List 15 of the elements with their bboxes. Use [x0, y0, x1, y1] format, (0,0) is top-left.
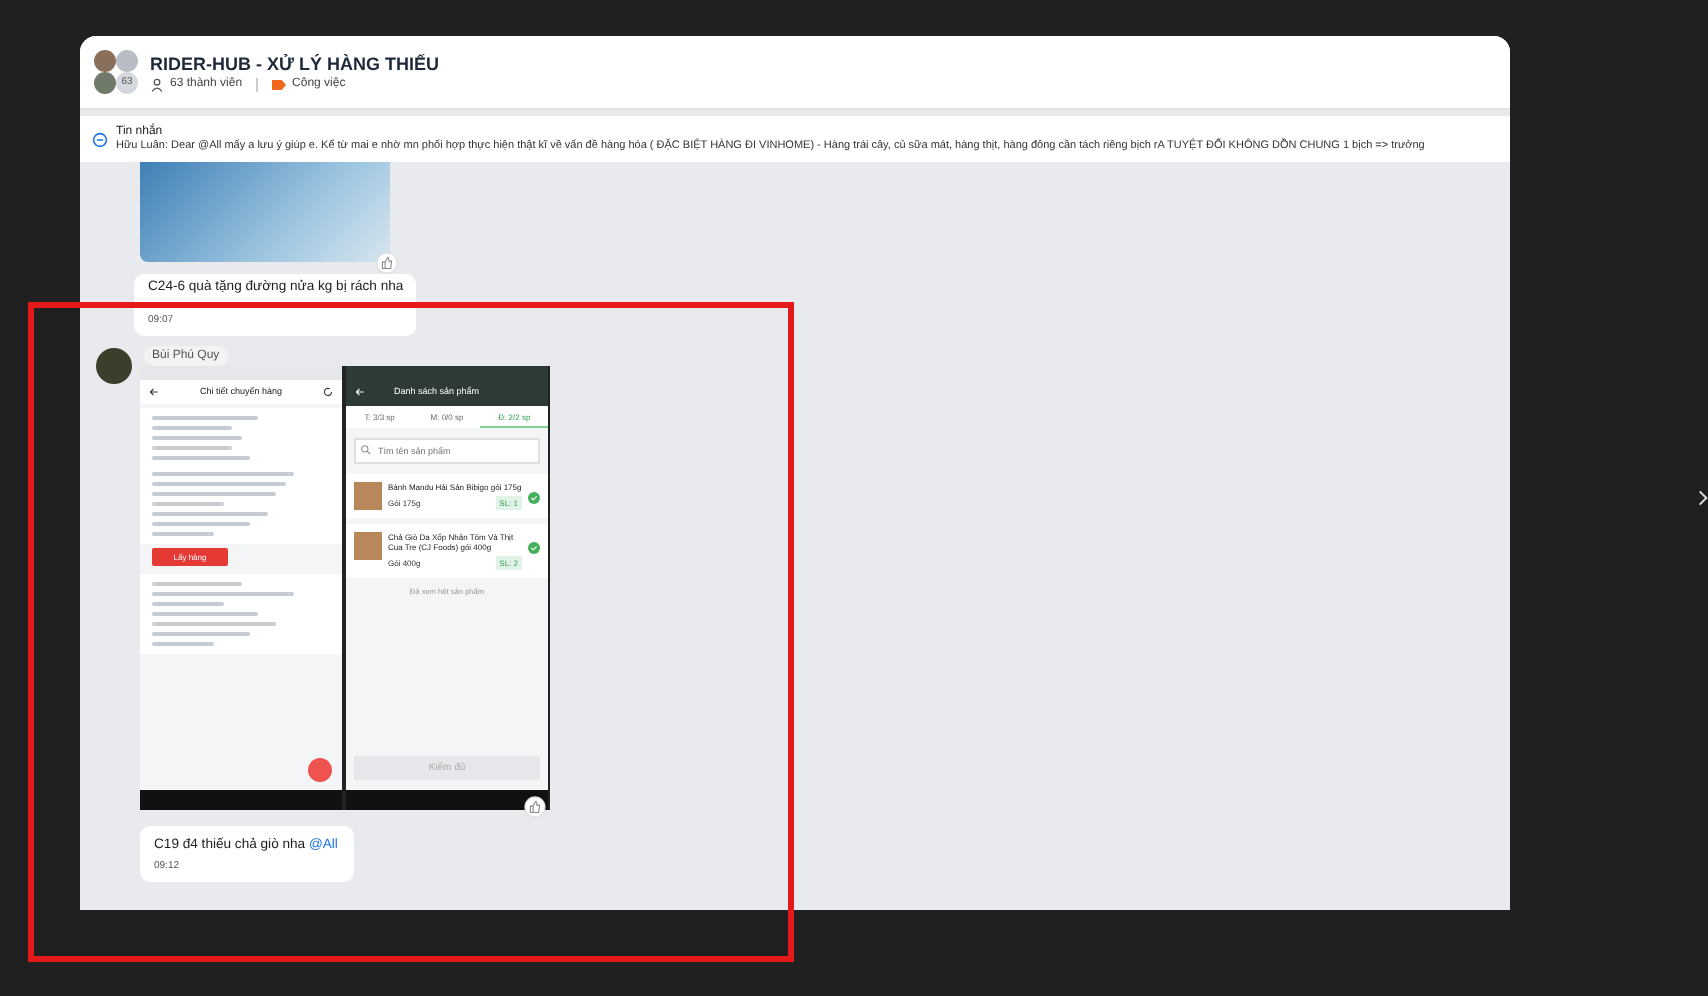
- like-icon[interactable]: [524, 795, 546, 818]
- refresh-icon: [322, 385, 334, 398]
- tag-icon: [272, 79, 287, 89]
- product-photo-placeholder: [354, 481, 382, 510]
- person-icon: [150, 77, 164, 91]
- chevron-right-icon[interactable]: [1698, 488, 1708, 508]
- back-arrow-icon: [148, 385, 160, 398]
- product-photo-placeholder: [354, 531, 382, 560]
- pinned-message-bar[interactable]: [80, 116, 1510, 162]
- check-icon: [528, 541, 540, 554]
- group-title: RIDER-HUB - XỬ LÝ HÀNG THIẾU: [150, 53, 439, 73]
- floating-button[interactable]: [308, 757, 332, 782]
- back-arrow-icon: [354, 385, 366, 398]
- check-icon: [528, 491, 540, 504]
- user-avatar[interactable]: [96, 347, 132, 384]
